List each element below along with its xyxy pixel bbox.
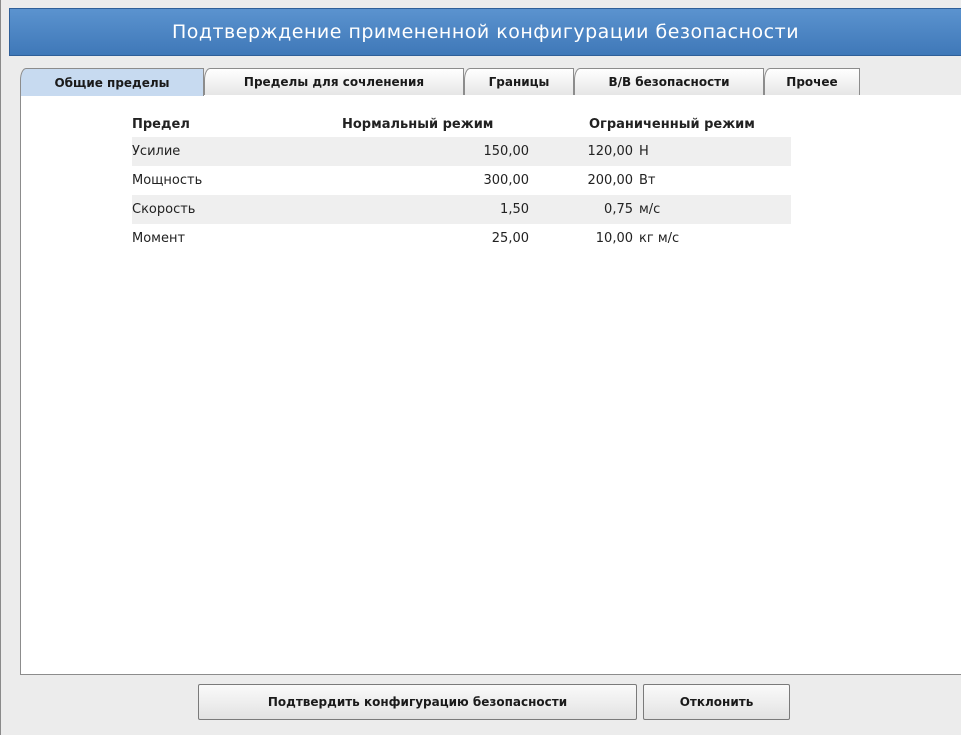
row-limited-value: 200,00 — [587, 173, 634, 188]
dialog-title: Подтверждение примененной конфигурации б… — [171, 21, 800, 43]
safety-config-dialog: Подтверждение примененной конфигурации б… — [0, 0, 961, 735]
row-name: Усилие — [132, 137, 342, 166]
tab-joint-limits[interactable]: Пределы для сочленения — [204, 68, 464, 95]
table-row: Усилие 150,00 120,00 Н — [132, 137, 791, 166]
row-normal-value: 1,50 — [342, 195, 529, 224]
row-normal-value: 25,00 — [491, 231, 529, 246]
header-normal-mode: Нормальный режим — [342, 117, 494, 132]
dialog-buttons: Подтвердить конфигурацию безопасности От… — [1, 684, 961, 724]
limits-table: Предел Нормальный режим Ограниченный реж… — [132, 112, 791, 253]
table-row: Момент 25,00 10,00 кг м/с — [132, 224, 791, 253]
row-name: Мощность — [132, 173, 203, 188]
tab-strip: Общие пределы Пределы для сочленения Гра… — [20, 68, 961, 96]
row-unit: кг м/с — [639, 231, 680, 246]
table-row: Мощность 300,00 200,00 Вт — [132, 166, 791, 195]
table-row: Скорость 1,50 0,75 м/с — [132, 195, 791, 224]
row-unit: м/с — [633, 195, 791, 224]
tab-boundaries[interactable]: Границы — [464, 68, 574, 95]
header-limited-mode: Ограниченный режим — [589, 117, 755, 132]
tab-misc[interactable]: Прочее — [764, 68, 860, 95]
row-normal-value: 300,00 — [483, 173, 530, 188]
header-limit: Предел — [132, 117, 190, 132]
title-bar: Подтверждение примененной конфигурации б… — [9, 8, 961, 56]
tab-general-limits[interactable]: Общие пределы — [20, 68, 204, 96]
row-normal-value: 150,00 — [342, 137, 529, 166]
row-name: Момент — [132, 231, 186, 246]
row-unit: Вт — [639, 173, 656, 188]
row-name: Скорость — [132, 195, 342, 224]
confirm-safety-config-button[interactable]: Подтвердить конфигурацию безопасности — [198, 684, 637, 720]
row-limited-value: 10,00 — [595, 231, 633, 246]
reject-button[interactable]: Отклонить — [643, 684, 790, 720]
row-limited-value: 0,75 — [529, 195, 633, 224]
tab-content-general-limits: Предел Нормальный режим Ограниченный реж… — [20, 95, 961, 675]
row-limited-value: 120,00 — [529, 137, 633, 166]
tab-safety-io[interactable]: В/В безопасности — [574, 68, 764, 95]
row-unit: Н — [633, 137, 791, 166]
table-header-row: Предел Нормальный режим Ограниченный реж… — [132, 112, 791, 137]
